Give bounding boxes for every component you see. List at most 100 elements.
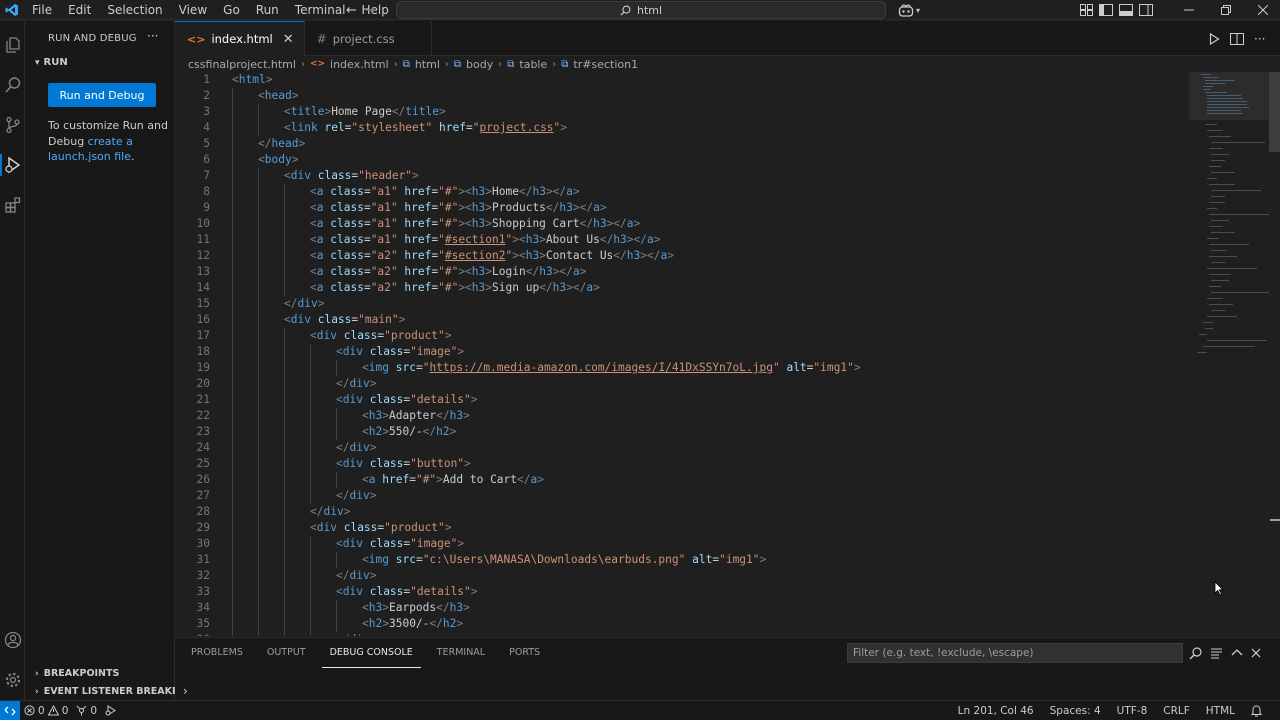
code-line[interactable]: 27 </div> (175, 488, 1185, 504)
menu-file[interactable]: File (24, 0, 60, 20)
run-section-header[interactable]: ▾ RUN (35, 57, 68, 68)
code-line[interactable]: 7 <div class="header"> (175, 168, 1185, 184)
problems-status[interactable]: 0 0 (20, 705, 72, 717)
code-line[interactable]: 30 <div class="image"> (175, 536, 1185, 552)
menu-terminal[interactable]: Terminal (287, 0, 354, 20)
code-line[interactable]: 2 <head> (175, 88, 1185, 104)
cursor-position[interactable]: Ln 201, Col 46 (950, 705, 1042, 717)
toggle-primary-sidebar-icon[interactable] (1099, 4, 1113, 16)
ports-status[interactable]: 0 (72, 705, 101, 717)
code-line[interactable]: 26 <a href="#">Add to Cart</a> (175, 472, 1185, 488)
code-line[interactable]: 33 <div class="details"> (175, 584, 1185, 600)
extensions-button[interactable] (0, 190, 25, 220)
menu-edit[interactable]: Edit (60, 0, 99, 20)
close-window-button[interactable] (1244, 0, 1280, 20)
code-line[interactable]: 36 </div> (175, 632, 1185, 636)
more-actions-icon[interactable]: ··· (1254, 32, 1265, 46)
debug-launch-status[interactable] (101, 705, 121, 716)
code-line[interactable]: 24 </div> (175, 440, 1185, 456)
code-editor[interactable]: 1 <html> 2 <head> 3 <title>Home Page</title> 4… (175, 72, 1280, 636)
code-line[interactable]: 10 <a class="a1" href="#"><h3>Shopping Ca… (175, 216, 1185, 232)
code-line[interactable]: 8 <a class="a1" href="#"><h3>Home</h3></a… (175, 184, 1185, 200)
menu-view[interactable]: View (171, 0, 215, 20)
breadcrumb-folder[interactable]: cssfinalproject.html (188, 58, 296, 71)
more-actions-icon[interactable]: ··· (147, 29, 158, 43)
clear-console-icon[interactable] (1210, 647, 1223, 659)
code-line[interactable]: 25 <div class="button"> (175, 456, 1185, 472)
code-line[interactable]: 6 <body> (175, 152, 1185, 168)
maximize-panel-icon[interactable] (1231, 648, 1243, 658)
breakpoints-section-header[interactable]: › BREAKPOINTS (35, 668, 119, 679)
code-line[interactable]: 12 <a class="a2" href="#section2"><h3>Con… (175, 248, 1185, 264)
code-line[interactable]: 28 </div> (175, 504, 1185, 520)
manage-button[interactable] (0, 665, 25, 695)
indentation[interactable]: Spaces: 4 (1042, 705, 1109, 717)
restore-button[interactable] (1207, 0, 1244, 20)
code-line[interactable]: 20 </div> (175, 376, 1185, 392)
panel-tab-problems[interactable]: PROBLEMS (183, 638, 251, 668)
panel-tab-ports[interactable]: PORTS (501, 638, 548, 668)
run-file-icon[interactable] (1208, 32, 1220, 45)
remote-indicator[interactable] (0, 700, 20, 720)
code-line[interactable]: 18 <div class="image"> (175, 344, 1185, 360)
panel-tab-debug-console[interactable]: DEBUG CONSOLE (321, 638, 421, 668)
code-line[interactable]: 19 <img src="https://m.media-amazon.com/i… (175, 360, 1185, 376)
code-line[interactable]: 35 <h2>3500/-</h2> (175, 616, 1185, 632)
panel-tab-terminal[interactable]: TERMINAL (429, 638, 493, 668)
code-line[interactable]: 34 <h3>Earpods</h3> (175, 600, 1185, 616)
split-editor-icon[interactable] (1230, 32, 1244, 45)
encoding[interactable]: UTF-8 (1109, 705, 1156, 717)
tab-project-css[interactable]: # project.css (305, 21, 432, 56)
customize-layout-icon[interactable] (1080, 4, 1093, 16)
code-line[interactable]: 32 </div> (175, 568, 1185, 584)
code-line[interactable]: 1 <html> (175, 72, 1185, 88)
code-line[interactable]: 3 <title>Home Page</title> (175, 104, 1185, 120)
code-line[interactable]: 29 <div class="product"> (175, 520, 1185, 536)
accounts-button[interactable] (0, 625, 25, 655)
command-center-search[interactable]: html (396, 1, 886, 19)
menu-selection[interactable]: Selection (99, 0, 170, 20)
panel-tab-output[interactable]: OUTPUT (259, 638, 314, 668)
vscode-logo-icon[interactable] (0, 0, 24, 20)
toggle-secondary-sidebar-icon[interactable] (1139, 4, 1153, 16)
breadcrumb-table[interactable]: table (519, 58, 547, 71)
code-line[interactable]: 31 <img src="c:\Users\MANASA\Downloads\ea… (175, 552, 1185, 568)
code-line[interactable]: 17 <div class="product"> (175, 328, 1185, 344)
minimap-viewport[interactable] (1189, 72, 1269, 120)
code-line[interactable]: 23 <h2>550/-</h2> (175, 424, 1185, 440)
breadcrumb-html[interactable]: html (415, 58, 440, 71)
minimize-button[interactable] (1170, 0, 1207, 20)
back-arrow-icon[interactable]: ← (346, 3, 357, 18)
console-prompt[interactable]: › (183, 684, 188, 698)
run-and-debug-button[interactable] (0, 150, 25, 180)
code-line[interactable]: 9 <a class="a1" href="#"><h3>Products</h3… (175, 200, 1185, 216)
code-line[interactable]: 4 <link rel="stylesheet" href="project.cs… (175, 120, 1185, 136)
end-of-line[interactable]: CRLF (1155, 705, 1198, 717)
breadcrumb-file[interactable]: index.html (330, 58, 389, 71)
menu-go[interactable]: Go (215, 0, 248, 20)
code-line[interactable]: 16 <div class="main"> (175, 312, 1185, 328)
copilot-menu[interactable]: ▾ (898, 0, 920, 20)
breadcrumb-tr[interactable]: tr#section1 (573, 58, 638, 71)
explorer-button[interactable] (0, 30, 25, 60)
code-line[interactable]: 22 <h3>Adapter</h3> (175, 408, 1185, 424)
close-panel-icon[interactable] (1251, 648, 1261, 658)
vertical-scrollbar-thumb[interactable] (1269, 72, 1280, 152)
code-line[interactable]: 13 <a class="a2" href="#"><h3>Login</h3><… (175, 264, 1185, 280)
notifications-button[interactable] (1243, 705, 1270, 717)
code-line[interactable]: 14 <a class="a2" href="#"><h3>Sign up</h3… (175, 280, 1185, 296)
code-line[interactable]: 5 </head> (175, 136, 1185, 152)
toggle-panel-icon[interactable] (1119, 4, 1133, 16)
tab-index-html[interactable]: <> index.html ✕ (175, 21, 305, 56)
search-view-button[interactable] (0, 70, 25, 100)
close-tab-icon[interactable]: ✕ (283, 32, 294, 47)
event-listener-breakpoints-header[interactable]: › EVENT LISTENER BREAKP... (35, 686, 188, 697)
filter-search-icon[interactable] (1189, 646, 1202, 660)
debug-console-filter-input[interactable] (847, 643, 1183, 663)
run-and-debug-primary-button[interactable]: Run and Debug (48, 83, 156, 107)
code-line[interactable]: 11 <a class="a1" href="#section1"><h3>Abo… (175, 232, 1185, 248)
code-line[interactable]: 15 </div> (175, 296, 1185, 312)
code-line[interactable]: 21 <div class="details"> (175, 392, 1185, 408)
forward-arrow-icon[interactable]: → (365, 3, 376, 18)
source-control-button[interactable] (0, 110, 25, 140)
